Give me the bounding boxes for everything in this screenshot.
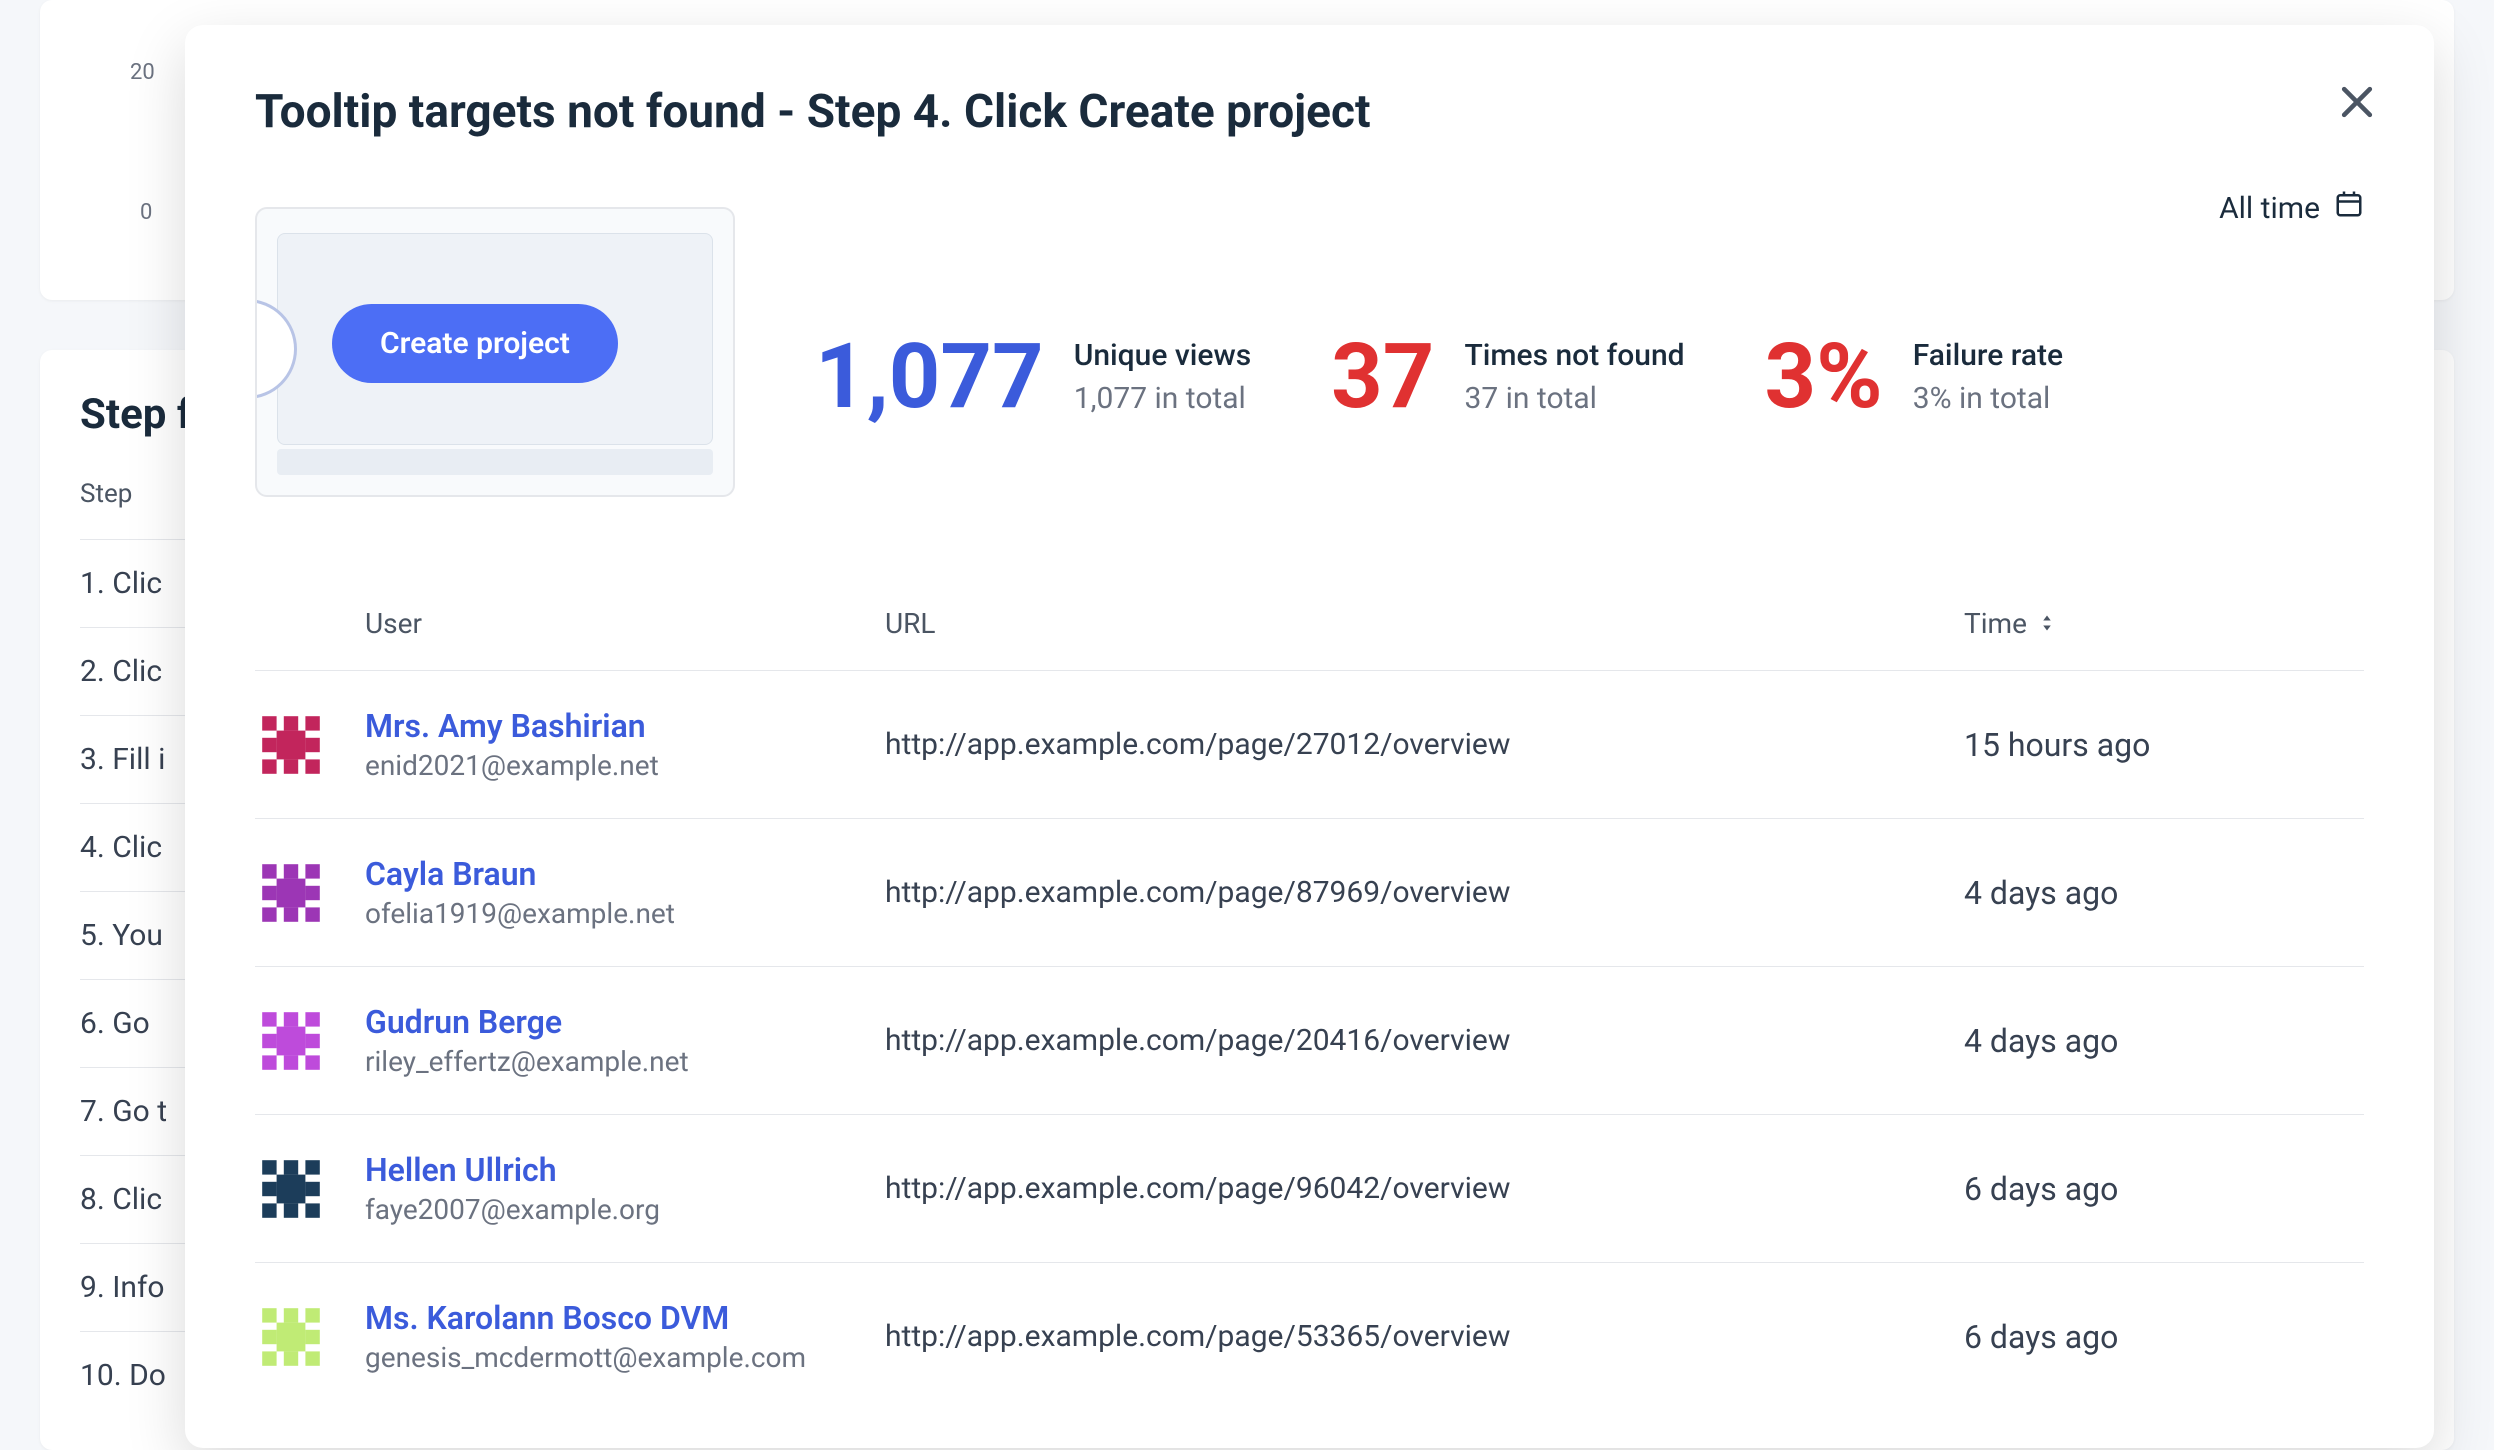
step-label: 10. Do	[80, 1358, 166, 1393]
col-url: URL	[885, 607, 1964, 640]
step-preview: Create project	[255, 207, 735, 497]
user-email: enid2021@example.net	[365, 749, 885, 782]
user-cell: Cayla Braun ofelia1919@example.net	[365, 855, 885, 930]
avatar	[255, 1005, 327, 1077]
url-cell: http://app.example.com/page/96042/overvi…	[885, 1171, 1964, 1206]
sort-icon	[2037, 607, 2057, 640]
step-label: 6. Go	[80, 1006, 150, 1041]
close-button[interactable]	[2335, 80, 2379, 124]
chart-y-tick: 0	[140, 200, 152, 225]
user-email: faye2007@example.org	[365, 1193, 885, 1226]
stat-not-found: 37 Times not found 37 in total	[1331, 332, 1684, 422]
step-label: 2. Clic	[80, 654, 162, 689]
user-cell: Ms. Karolann Bosco DVM genesis_mcdermott@…	[365, 1299, 885, 1374]
step-label: 1. Clic	[80, 566, 162, 601]
table-row: Ms. Karolann Bosco DVM genesis_mcdermott@…	[255, 1262, 2364, 1410]
step-label: 9. Info	[80, 1270, 164, 1305]
date-filter-label: All time	[2219, 191, 2320, 226]
url-cell: http://app.example.com/page/53365/overvi…	[885, 1319, 1964, 1354]
step-label: 8. Clic	[80, 1182, 162, 1217]
step-label: 5. You	[80, 918, 163, 953]
table-row: Hellen Ullrich faye2007@example.orghttp:/…	[255, 1114, 2364, 1262]
user-name-link[interactable]: Hellen Ullrich	[365, 1151, 885, 1189]
stat-value: 37	[1331, 332, 1434, 422]
stat-value: 1,077	[815, 332, 1044, 422]
col-user: User	[365, 607, 885, 640]
stat-label: Times not found	[1464, 338, 1684, 373]
user-name-link[interactable]: Mrs. Amy Bashirian	[365, 707, 885, 745]
stat-label: Failure rate	[1913, 338, 2063, 373]
user-email: riley_effertz@example.net	[365, 1045, 885, 1078]
avatar	[255, 1301, 327, 1373]
step-label: 7. Go t	[80, 1094, 167, 1129]
time-cell: 4 days ago	[1964, 874, 2364, 912]
user-email: ofelia1919@example.net	[365, 897, 885, 930]
stat-sub: 1,077 in total	[1074, 381, 1251, 416]
avatar	[255, 709, 327, 781]
col-time-sort[interactable]: Time	[1964, 607, 2364, 640]
time-cell: 4 days ago	[1964, 1022, 2364, 1060]
events-table: User URL Time Mrs. Amy Bashirian enid2021…	[255, 607, 2364, 1410]
summary-row: Create project 1,077 Unique views 1,077 …	[255, 257, 2364, 497]
chart-y-tick: 20	[130, 60, 155, 85]
avatar	[255, 857, 327, 929]
stat-sub: 3% in total	[1913, 381, 2063, 416]
stat-failure-rate: 3% Failure rate 3% in total	[1765, 332, 2064, 422]
user-email: genesis_mcdermott@example.com	[365, 1341, 885, 1374]
modal-dialog: Tooltip targets not found - Step 4. Clic…	[185, 25, 2434, 1448]
time-cell: 6 days ago	[1964, 1170, 2364, 1208]
user-cell: Gudrun Berge riley_effertz@example.net	[365, 1003, 885, 1078]
avatar	[255, 1153, 327, 1225]
stat-unique-views: 1,077 Unique views 1,077 in total	[815, 332, 1251, 422]
col-time-label: Time	[1964, 607, 2027, 640]
time-cell: 6 days ago	[1964, 1318, 2364, 1356]
stat-label: Unique views	[1074, 338, 1251, 373]
modal-title: Tooltip targets not found - Step 4. Clic…	[255, 85, 2364, 139]
url-cell: http://app.example.com/page/20416/overvi…	[885, 1023, 1964, 1058]
table-row: Mrs. Amy Bashirian enid2021@example.netht…	[255, 670, 2364, 818]
preview-create-project-button: Create project	[332, 304, 618, 383]
user-cell: Mrs. Amy Bashirian enid2021@example.net	[365, 707, 885, 782]
time-cell: 15 hours ago	[1964, 726, 2364, 764]
table-row: Cayla Braun ofelia1919@example.nethttp://…	[255, 818, 2364, 966]
step-label: 4. Clic	[80, 830, 162, 865]
user-name-link[interactable]: Gudrun Berge	[365, 1003, 885, 1041]
table-header: User URL Time	[255, 607, 2364, 670]
user-name-link[interactable]: Cayla Braun	[365, 855, 885, 893]
url-cell: http://app.example.com/page/27012/overvi…	[885, 727, 1964, 762]
user-name-link[interactable]: Ms. Karolann Bosco DVM	[365, 1299, 885, 1337]
url-cell: http://app.example.com/page/87969/overvi…	[885, 875, 1964, 910]
table-row: Gudrun Berge riley_effertz@example.nethtt…	[255, 966, 2364, 1114]
stat-value: 3%	[1765, 332, 1883, 422]
calendar-icon	[2334, 189, 2364, 227]
stat-sub: 37 in total	[1464, 381, 1684, 416]
user-cell: Hellen Ullrich faye2007@example.org	[365, 1151, 885, 1226]
step-label: 3. Fill i	[80, 742, 165, 777]
